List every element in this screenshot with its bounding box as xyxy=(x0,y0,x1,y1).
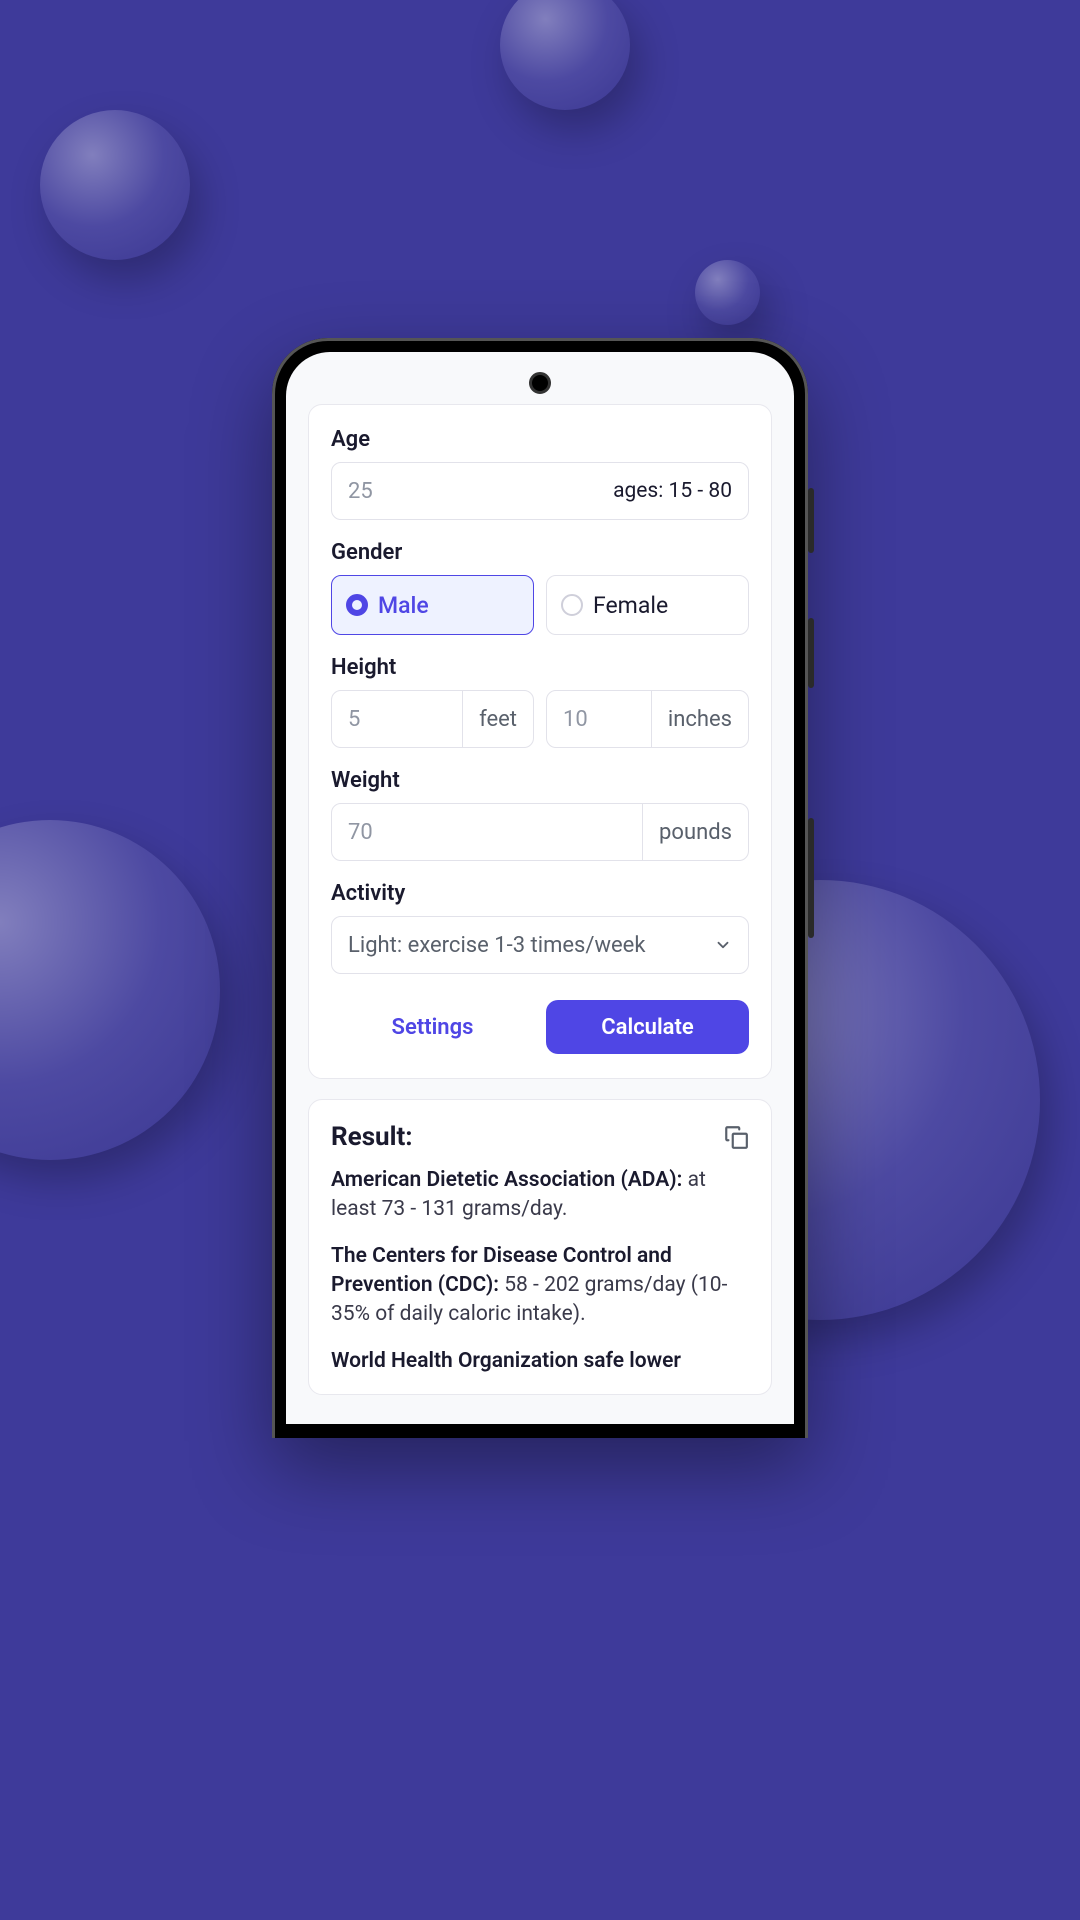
weight-value: 70 xyxy=(332,820,642,845)
result-item-cdc: The Centers for Disease Control and Prev… xyxy=(331,1242,749,1329)
age-input[interactable]: 25 ages: 15 - 80 xyxy=(331,462,749,520)
activity-selected-text: Light: exercise 1-3 times/week xyxy=(348,933,714,958)
calculate-button-label: Calculate xyxy=(601,1015,693,1040)
gender-female-label: Female xyxy=(593,592,668,619)
settings-button-label: Settings xyxy=(392,1015,474,1040)
phone-side-button xyxy=(808,818,814,938)
radio-circle-icon xyxy=(561,594,583,616)
result-ada-label: American Dietetic Association (ADA): xyxy=(331,1168,682,1192)
gender-female-radio[interactable]: Female xyxy=(546,575,749,635)
height-inches-value: 10 xyxy=(547,707,651,732)
gender-field-group: Gender Male Female xyxy=(331,540,749,635)
gender-label: Gender xyxy=(331,540,749,565)
height-feet-unit: feet xyxy=(462,691,533,747)
phone-frame: Age 25 ages: 15 - 80 Gender Male xyxy=(272,338,808,1438)
weight-input[interactable]: 70 pounds xyxy=(331,803,749,861)
bg-sphere xyxy=(0,820,220,1160)
age-label: Age xyxy=(331,427,749,452)
activity-label: Activity xyxy=(331,881,749,906)
gender-male-label: Male xyxy=(378,592,429,619)
height-field-group: Height 5 feet 10 inches xyxy=(331,655,749,748)
activity-select[interactable]: Light: exercise 1-3 times/week xyxy=(331,916,749,974)
weight-label: Weight xyxy=(331,768,749,793)
phone-camera xyxy=(529,372,551,394)
radio-circle-icon xyxy=(346,594,368,616)
settings-button[interactable]: Settings xyxy=(331,1000,534,1054)
height-inches-input[interactable]: 10 inches xyxy=(546,690,749,748)
copy-icon[interactable] xyxy=(723,1124,749,1150)
result-item-ada: American Dietetic Association (ADA): at … xyxy=(331,1166,749,1224)
phone-screen: Age 25 ages: 15 - 80 Gender Male xyxy=(286,352,794,1424)
bg-sphere xyxy=(500,0,630,110)
age-hint: ages: 15 - 80 xyxy=(613,479,732,503)
chevron-down-icon xyxy=(714,936,732,954)
phone-side-button xyxy=(808,618,814,688)
result-card: Result: American Dietetic Association (A… xyxy=(308,1099,772,1395)
bg-sphere xyxy=(40,110,190,260)
height-label: Height xyxy=(331,655,749,680)
weight-field-group: Weight 70 pounds xyxy=(331,768,749,861)
result-item-who: World Health Organization safe lower xyxy=(331,1347,749,1376)
phone-side-button xyxy=(808,488,814,553)
gender-male-radio[interactable]: Male xyxy=(331,575,534,635)
bg-sphere xyxy=(695,260,760,325)
calculator-form-card: Age 25 ages: 15 - 80 Gender Male xyxy=(308,404,772,1079)
height-feet-value: 5 xyxy=(332,707,462,732)
weight-unit: pounds xyxy=(642,804,748,860)
result-who-label: World Health Organization safe lower xyxy=(331,1349,681,1373)
age-value: 25 xyxy=(348,479,613,504)
activity-field-group: Activity Light: exercise 1-3 times/week xyxy=(331,881,749,974)
result-heading: Result: xyxy=(331,1122,413,1152)
form-buttons-row: Settings Calculate xyxy=(331,1000,749,1054)
height-inches-unit: inches xyxy=(651,691,748,747)
height-feet-input[interactable]: 5 feet xyxy=(331,690,534,748)
calculate-button[interactable]: Calculate xyxy=(546,1000,749,1054)
age-field-group: Age 25 ages: 15 - 80 xyxy=(331,427,749,520)
